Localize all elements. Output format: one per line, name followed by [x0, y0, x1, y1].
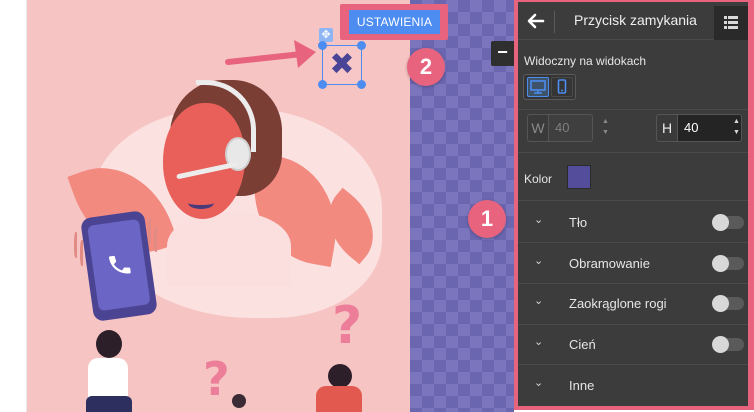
- desktop-icon: [530, 80, 546, 94]
- divider: [518, 242, 748, 243]
- layers-list-button[interactable]: [714, 6, 748, 40]
- panel-title: Przycisk zamykania: [574, 12, 697, 28]
- divider: [518, 152, 748, 153]
- header-divider: [554, 11, 555, 33]
- width-stepper[interactable]: ▲ ▼: [602, 116, 609, 138]
- step-badge-2: 2: [407, 48, 445, 86]
- rounded-corners-toggle[interactable]: [712, 295, 744, 312]
- chevron-down-icon: ⌄: [534, 213, 544, 226]
- person-figure-illustration: [306, 364, 368, 412]
- accordion-other[interactable]: ⌄ Inne: [518, 366, 748, 406]
- border-toggle[interactable]: [712, 255, 744, 272]
- resize-handle-bottom-left[interactable]: [318, 80, 327, 89]
- person-figure-illustration: [232, 394, 246, 408]
- collapse-panel-button[interactable]: −: [491, 41, 514, 66]
- accordion-shadow[interactable]: ⌄ Cień: [518, 325, 748, 365]
- panel-header: Przycisk zamykania: [518, 2, 748, 40]
- question-mark-illustration: ?: [332, 296, 363, 356]
- chevron-down-icon: ⌄: [534, 376, 544, 389]
- chevron-down-icon: ⌄: [534, 254, 544, 267]
- shadow-toggle[interactable]: [712, 336, 744, 353]
- toggle-knob: [712, 336, 729, 353]
- width-input[interactable]: 40: [549, 114, 593, 142]
- visibility-label: Widoczny na widokach: [524, 54, 647, 68]
- back-arrow-icon[interactable]: [522, 8, 550, 34]
- vibration-mark: [74, 232, 78, 258]
- resize-handle-top-right[interactable]: [357, 41, 366, 50]
- accordion-label: Zaokrąglone rogi: [569, 296, 667, 311]
- chevron-down-icon: ⌄: [534, 335, 544, 348]
- desktop-view-button[interactable]: [527, 77, 549, 97]
- mobile-icon: [557, 79, 567, 94]
- person-mouth: [188, 197, 214, 209]
- accordion-background[interactable]: ⌄ Tło: [518, 203, 748, 243]
- person-shirt: [167, 212, 291, 286]
- phone-call-icon: [108, 255, 131, 274]
- accordion-label: Tło: [569, 215, 588, 230]
- toggle-knob: [712, 255, 729, 272]
- accordion-label: Obramowanie: [569, 256, 650, 271]
- close-button-preview[interactable]: ✖: [318, 41, 366, 89]
- background-toggle[interactable]: [712, 214, 744, 231]
- divider: [518, 200, 748, 201]
- resize-handle-bottom-right[interactable]: [357, 80, 366, 89]
- toggle-knob: [712, 295, 729, 312]
- color-label: Kolor: [524, 172, 553, 186]
- phone-screen: [87, 218, 151, 312]
- settings-panel: Przycisk zamykania Widoczny na widokach: [518, 2, 748, 406]
- resize-handle-top-left[interactable]: [318, 41, 327, 50]
- divider: [518, 364, 748, 365]
- height-label: H: [656, 114, 678, 142]
- mobile-view-button[interactable]: [551, 77, 573, 97]
- color-swatch[interactable]: [567, 165, 591, 189]
- width-label: W: [527, 114, 549, 142]
- accordion-label: Cień: [569, 337, 596, 352]
- toggle-knob: [712, 214, 729, 231]
- view-toggle-group: [523, 74, 576, 100]
- close-icon[interactable]: ✖: [323, 46, 361, 84]
- pointer-arrow-icon: [225, 40, 316, 68]
- accordion-label: Inne: [569, 378, 595, 393]
- divider: [518, 109, 748, 110]
- person-figure-illustration: [72, 330, 142, 412]
- editor-margin: [0, 0, 27, 412]
- question-mark-illustration: ?: [203, 352, 230, 406]
- accordion-border[interactable]: ⌄ Obramowanie: [518, 244, 748, 284]
- accordion-rounded-corners[interactable]: ⌄ Zaokrąglone rogi: [518, 284, 748, 324]
- settings-button[interactable]: USTAWIENIA: [349, 10, 440, 34]
- vibration-mark: [148, 218, 152, 244]
- move-handle-icon[interactable]: ✥: [319, 28, 333, 42]
- vibration-mark: [154, 226, 158, 252]
- step-badge-1: 1: [468, 200, 506, 238]
- height-stepper[interactable]: ▲ ▼: [733, 116, 740, 138]
- list-icon: [724, 16, 738, 29]
- chevron-down-icon: ⌄: [534, 294, 544, 307]
